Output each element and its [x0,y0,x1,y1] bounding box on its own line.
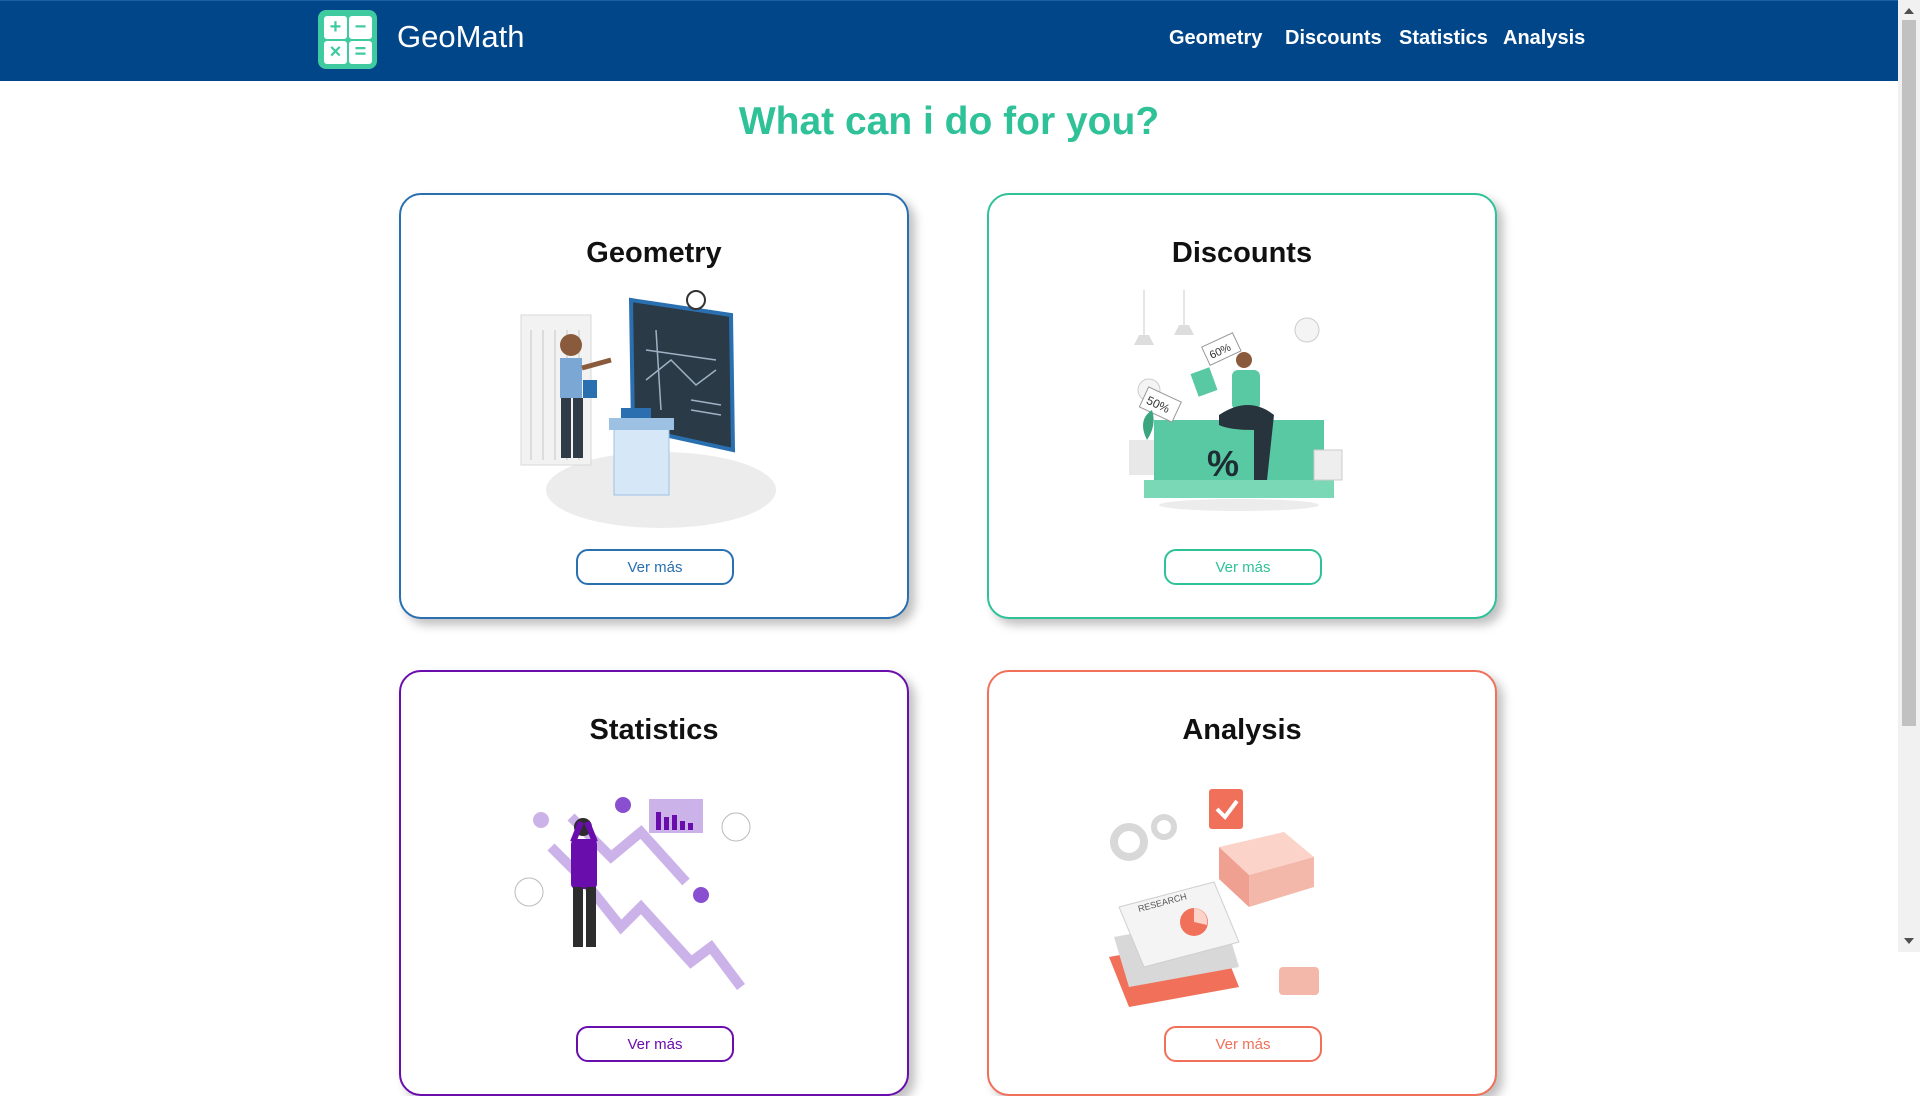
research-analysis-illustration: RESEARCH [1109,789,1319,1007]
brand-name[interactable]: GeoMath [397,19,525,55]
card-title: Analysis [1182,714,1302,746]
ver-mas-button[interactable]: Ver más [1164,549,1322,585]
equals-symbol: = [349,41,372,64]
shopping-discount-illustration: % 60% 50% [1129,290,1343,511]
card-title: Discounts [1171,237,1313,269]
percent-sign: % [1207,443,1239,484]
card-title: Statistics [589,714,719,746]
scroll-up-arrow-icon[interactable] [1904,8,1914,14]
calculator-logo-icon[interactable]: + − × = [318,10,377,69]
nav-geometry[interactable]: Geometry [1169,27,1262,50]
card-title: Geometry [586,237,722,269]
ver-mas-button[interactable]: Ver más [576,1026,734,1062]
nav-analysis[interactable]: Analysis [1503,27,1585,50]
teacher-illustration [520,290,776,528]
navbar: + − × = GeoMath Geometry Discounts Stati… [0,0,1898,81]
card-analysis: Analysis RESEARCH Ver más [987,670,1497,1096]
card-statistics: Statistics Ver más [399,670,909,1096]
scrollbar[interactable] [1898,0,1920,952]
falling-statistics-illustration [514,797,751,990]
minus-symbol: − [349,16,372,39]
scroll-down-arrow-icon[interactable] [1904,938,1914,944]
card-geometry: Geometry Ver más [399,193,909,619]
nav-statistics[interactable]: Statistics [1399,27,1488,50]
nav-discounts[interactable]: Discounts [1285,27,1382,50]
plus-symbol: + [324,16,347,39]
card-discounts: Discounts % 60% 50% Ver más [987,193,1497,619]
times-symbol: × [324,41,347,64]
scrollbar-thumb[interactable] [1902,20,1916,726]
ver-mas-button[interactable]: Ver más [576,549,734,585]
page-title: What can i do for you? [738,100,1160,143]
ver-mas-button[interactable]: Ver más [1164,1026,1322,1062]
